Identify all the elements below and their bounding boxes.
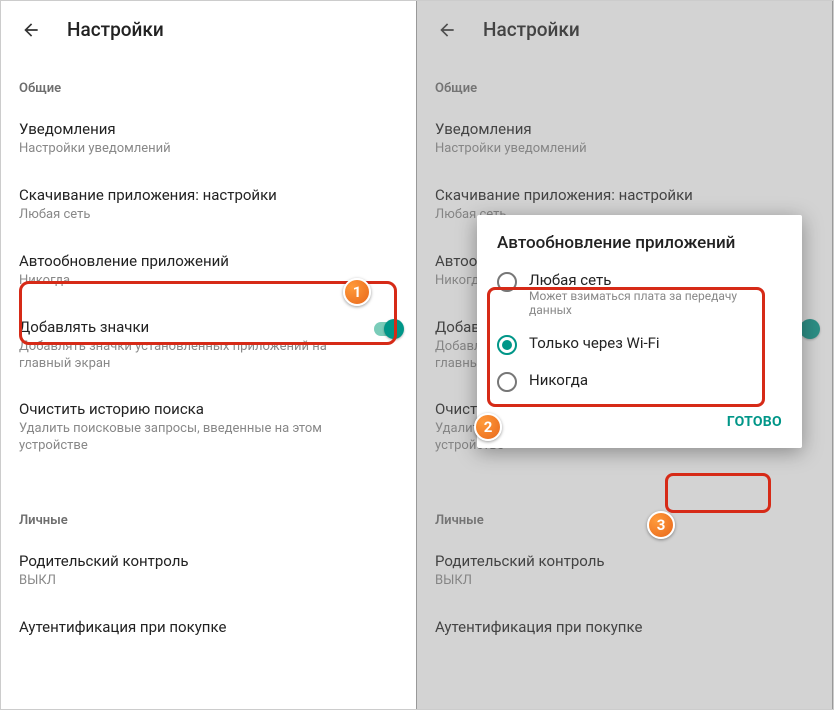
radio-option-never[interactable]: Никогда: [477, 363, 802, 400]
row-clear-history[interactable]: Очистить историю поиска Удалить поисковы…: [1, 386, 416, 469]
row-parental[interactable]: Родительский контроль ВЫКЛ: [1, 538, 416, 604]
row-sub: ВЫКЛ: [435, 573, 775, 590]
toggle-icons[interactable]: [374, 322, 402, 336]
row-notifications[interactable]: Уведомления Настройки уведомлений: [1, 106, 416, 172]
row-auth[interactable]: Аутентификация при покупке: [417, 604, 832, 653]
row-title: Родительский контроль: [19, 552, 398, 570]
row-sub: Добавлять значки установленных приложени…: [19, 339, 359, 373]
radio-option-wifi[interactable]: Только через Wi-Fi: [477, 326, 802, 363]
row-sub: Любая сеть: [19, 207, 359, 224]
radio-icon[interactable]: [497, 335, 517, 355]
row-title: Скачивание приложения: настройки: [19, 186, 398, 204]
row-title: Автообновление приложений: [19, 252, 398, 270]
row-auth[interactable]: Аутентификация при покупке: [1, 604, 416, 653]
section-personal-label: Личные: [1, 491, 416, 538]
dialog-title: Автообновление приложений: [477, 233, 802, 263]
row-add-icons[interactable]: Добавлять значки Добавлять значки устано…: [1, 304, 416, 387]
done-button[interactable]: ГОТОВО: [715, 406, 794, 438]
row-notifications[interactable]: Уведомления Настройки уведомлений: [417, 106, 832, 172]
header: Настройки: [417, 1, 832, 59]
radio-label: Любая сеть: [529, 271, 782, 289]
row-title: Аутентификация при покупке: [19, 618, 398, 636]
row-parental[interactable]: Родительский контроль ВЫКЛ: [417, 538, 832, 604]
row-title: Родительский контроль: [435, 552, 814, 570]
back-arrow-icon[interactable]: [19, 18, 43, 42]
settings-pane-left: Настройки Общие Уведомления Настройки ув…: [1, 1, 417, 709]
row-download[interactable]: Скачивание приложения: настройки Любая с…: [1, 172, 416, 238]
section-general-label: Общие: [1, 59, 416, 106]
badge-1: 1: [343, 278, 371, 306]
row-title: Уведомления: [435, 120, 814, 138]
row-title: Аутентификация при покупке: [435, 618, 814, 636]
row-title: Уведомления: [19, 120, 398, 138]
section-general-label: Общие: [417, 59, 832, 106]
radio-sub: Может взиматься плата за передачу данных: [529, 289, 782, 318]
badge-3: 3: [647, 511, 675, 539]
page-title: Настройки: [483, 18, 580, 41]
radio-icon[interactable]: [497, 372, 517, 392]
radio-icon[interactable]: [497, 272, 517, 292]
radio-option-any[interactable]: Любая сеть Может взиматься плата за пере…: [477, 263, 802, 326]
header: Настройки: [1, 1, 416, 59]
settings-pane-right: Настройки Общие Уведомления Настройки ув…: [417, 1, 833, 709]
row-title: Очистить историю поиска: [19, 400, 398, 418]
section-personal-label: Личные: [417, 491, 832, 538]
row-title: Добавлять значки: [19, 318, 398, 336]
radio-label: Никогда: [529, 371, 588, 389]
radio-label: Только через Wi-Fi: [529, 334, 660, 352]
row-sub: Удалить поисковые запросы, введенные на …: [19, 421, 359, 455]
back-arrow-icon[interactable]: [435, 18, 459, 42]
row-sub: Настройки уведомлений: [19, 141, 359, 158]
row-title: Скачивание приложения: настройки: [435, 186, 814, 204]
row-sub: Никогда: [19, 273, 359, 290]
autoupdate-dialog: Автообновление приложений Любая сеть Мож…: [477, 215, 802, 448]
page-title: Настройки: [67, 18, 164, 41]
row-sub: ВЫКЛ: [19, 573, 359, 590]
badge-2: 2: [474, 413, 502, 441]
row-sub: Настройки уведомлений: [435, 141, 775, 158]
